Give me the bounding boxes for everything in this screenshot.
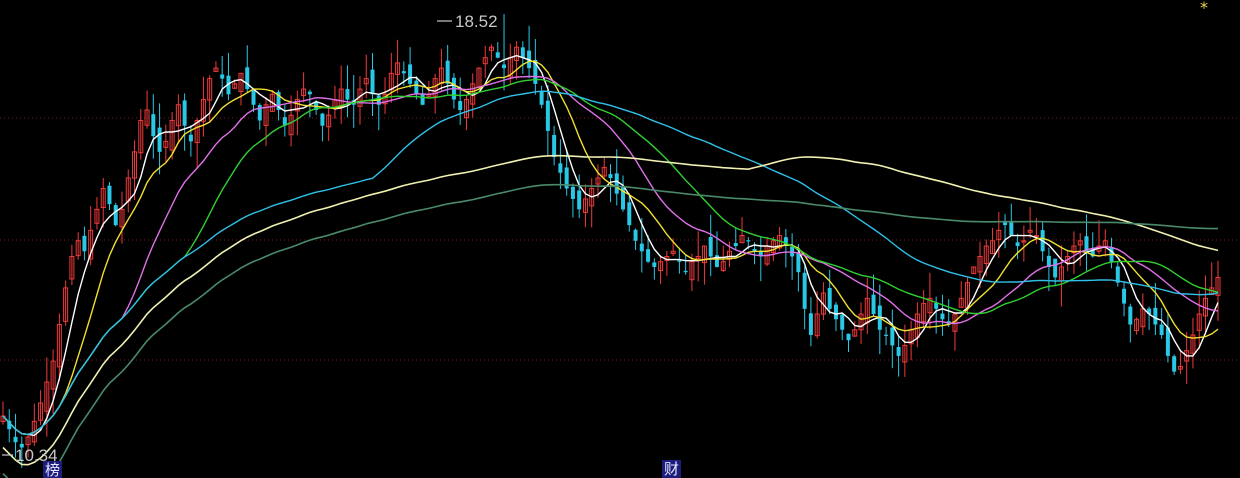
candle-body-67 [420, 93, 425, 105]
candles-layer [0, 14, 1221, 468]
candle-body-185 [1159, 324, 1164, 335]
candle-body-18 [113, 205, 118, 226]
candle-body-80 [502, 64, 507, 69]
candle-body-108 [677, 260, 682, 262]
candle-body-184 [1153, 307, 1158, 325]
candle-body-25 [157, 127, 162, 152]
candle-body-66 [414, 80, 419, 95]
candle-body-119 [746, 240, 751, 242]
high-price-marker: 18.52 [437, 12, 498, 31]
candle-body-129 [808, 313, 813, 335]
stock-chart: { "chart_data": { "type": "candlestick",… [0, 0, 1240, 478]
candle-body-35 [220, 74, 225, 79]
candle-body-71 [445, 60, 450, 84]
candle-body-40 [251, 89, 256, 105]
marker-badge-center[interactable]: 财 [662, 460, 682, 478]
candle-body-109 [683, 270, 688, 273]
candle-body-102 [639, 243, 644, 252]
candle-body-149 [934, 302, 939, 309]
candle-body-24 [151, 114, 156, 137]
candle-body-98 [614, 173, 619, 194]
candle-body-30 [188, 134, 193, 142]
candle-body-133 [833, 304, 838, 320]
candle-body-141 [884, 334, 889, 336]
candle-body-117 [733, 243, 738, 247]
ma-line-60 [2, 90, 1219, 436]
candle-body-65 [408, 64, 413, 84]
candlestick-plot: 18.52 10.34 [0, 12, 1240, 478]
high-price-label: 18.52 [455, 12, 498, 31]
candle-body-88 [552, 135, 557, 158]
candle-body-113 [708, 236, 713, 257]
candle-body-86 [539, 91, 544, 105]
candle-body-55 [345, 89, 350, 100]
candle-body-17 [107, 185, 112, 205]
candle-body-127 [796, 253, 801, 273]
candle-body-180 [1128, 306, 1133, 325]
candle-body-100 [627, 202, 632, 226]
candle-body-179 [1122, 288, 1127, 304]
candle-body-29 [182, 100, 187, 126]
candle-body-87 [545, 100, 550, 131]
candle-body-187 [1172, 356, 1177, 372]
candle-body-142 [890, 327, 895, 346]
candle-body-103 [646, 249, 651, 262]
candle-body-161 [1009, 222, 1014, 236]
candle-body-168 [1053, 258, 1058, 278]
candle-body-59 [370, 69, 375, 95]
candle-body-143 [896, 347, 901, 356]
candle-body-83 [520, 47, 525, 58]
candle-body-2 [13, 436, 18, 443]
candle-body-73 [458, 101, 463, 110]
candle-body-132 [827, 287, 832, 309]
candle-body-91 [570, 186, 575, 199]
candle-body-89 [558, 163, 563, 173]
candle-body-128 [802, 272, 807, 309]
candle-body-41 [257, 104, 262, 121]
candle-body-101 [633, 229, 638, 241]
candle-body-79 [495, 52, 500, 58]
marker-badge-left[interactable]: 榜 [43, 461, 63, 478]
candle-body-160 [1003, 222, 1008, 226]
candle-body-49 [307, 91, 312, 95]
grid-lines [0, 117, 1240, 361]
candle-body-13 [82, 235, 87, 252]
candle-body-104 [652, 262, 657, 267]
candle-body-51 [320, 113, 325, 126]
candle-body-64 [401, 71, 406, 74]
corner-star-icon[interactable]: * [1200, 0, 1208, 17]
candle-body-135 [846, 333, 851, 341]
candle-body-97 [608, 174, 613, 179]
candle-body-139 [871, 294, 876, 315]
candle-body-150 [940, 313, 945, 320]
ma-line-250 [2, 183, 1218, 478]
candle-body-134 [840, 314, 845, 330]
candle-body-92 [577, 190, 582, 210]
candle-body-162 [1015, 242, 1020, 247]
